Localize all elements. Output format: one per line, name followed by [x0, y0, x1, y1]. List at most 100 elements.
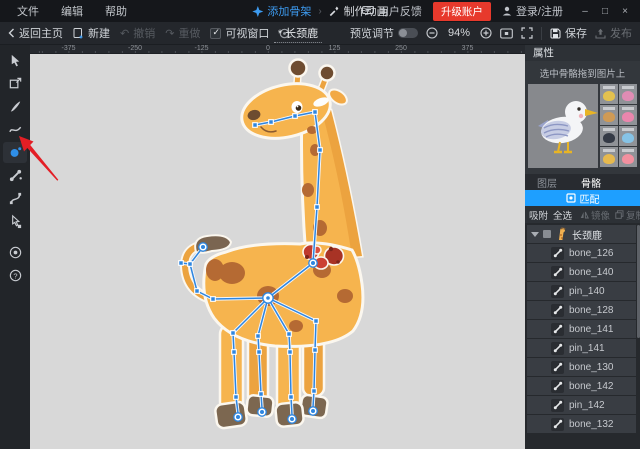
- preview-eye-tool[interactable]: [3, 242, 27, 263]
- menu-item[interactable]: 帮助: [94, 3, 138, 19]
- skeleton-thumb-flamingo[interactable]: [619, 147, 637, 167]
- close-button[interactable]: ×: [616, 6, 634, 17]
- bone-tool[interactable]: [3, 165, 27, 186]
- select-tool[interactable]: [3, 50, 27, 71]
- fullscreen-button[interactable]: [521, 27, 533, 39]
- skeleton-thumb-banana[interactable]: [600, 84, 618, 104]
- bone-root-label: 长颈鹿: [572, 230, 602, 242]
- pin-tool[interactable]: [3, 142, 27, 163]
- path-tool[interactable]: [3, 188, 27, 209]
- skeleton-thumb-dog[interactable]: [600, 147, 618, 167]
- bone-list-item[interactable]: bone_128: [527, 301, 636, 319]
- bone-name-label: bone_128: [569, 304, 614, 316]
- bone-tree-root-row[interactable]: 长颈鹿: [527, 225, 636, 243]
- step-add-skeleton[interactable]: 添加骨架: [252, 3, 311, 19]
- undo-button[interactable]: ↶ 撤销: [120, 25, 155, 41]
- visible-window-checkbox[interactable]: 可视窗口: [210, 25, 269, 41]
- node-select-tool[interactable]: [3, 211, 27, 232]
- bone-icon: [551, 322, 564, 336]
- curve-tool[interactable]: [3, 119, 27, 140]
- skeleton-thumb-penguin[interactable]: [600, 126, 618, 146]
- canvas-artwork: [178, 58, 365, 430]
- minimize-button[interactable]: –: [576, 6, 594, 17]
- match-icon: [565, 193, 576, 203]
- login-register-button[interactable]: 登录/注册: [502, 3, 563, 19]
- skeleton-template-grid: [600, 84, 637, 168]
- bone-list-item[interactable]: bone_141: [527, 320, 636, 338]
- maximize-button[interactable]: □: [596, 6, 614, 17]
- bone-list-item[interactable]: bone_142: [527, 377, 636, 395]
- skeleton-thumb-bird[interactable]: [619, 126, 637, 146]
- thumb-label-strip: [603, 86, 615, 89]
- step-separator: ›: [318, 5, 322, 17]
- bone-name-label: bone_140: [569, 266, 614, 278]
- bone-name-label: bone_132: [569, 418, 614, 430]
- bone-list-item[interactable]: bone_130: [527, 358, 636, 376]
- select-all-button[interactable]: 全选: [552, 208, 573, 222]
- brush-tool[interactable]: [3, 96, 27, 117]
- person-icon: [502, 6, 512, 16]
- redo-button[interactable]: ↷ 重做: [165, 25, 200, 41]
- zoom-level[interactable]: 94%: [446, 27, 472, 39]
- new-file-icon: [73, 28, 83, 39]
- snap-button[interactable]: 吸附: [528, 208, 549, 222]
- zoom-in-button[interactable]: [480, 27, 492, 39]
- document-tab[interactable]: * 长颈鹿: [273, 24, 323, 43]
- thumb-label-strip: [622, 86, 634, 89]
- mirror-button[interactable]: 镜像: [579, 208, 611, 222]
- help-icon: ?: [9, 269, 21, 282]
- copy-button[interactable]: 复制: [614, 208, 640, 222]
- thumb-artwork: [603, 133, 615, 143]
- redo-icon: ↷: [165, 27, 175, 40]
- star-icon: [252, 5, 264, 17]
- save-button[interactable]: 保存: [550, 25, 587, 41]
- bone-list-item[interactable]: pin_141: [527, 339, 636, 357]
- bone-name-label: pin_141: [569, 342, 605, 354]
- bone-icon: [551, 303, 564, 317]
- bone-list-item[interactable]: bone_140: [527, 263, 636, 281]
- bone-name-label: bone_126: [569, 247, 614, 259]
- skeleton-preview-image[interactable]: [528, 84, 598, 168]
- skeleton-thumb-rocking-horse[interactable]: [600, 105, 618, 125]
- window-controls: – □ ×: [576, 6, 634, 17]
- bone-icon: [551, 284, 564, 298]
- upgrade-account-button[interactable]: 升级账户: [432, 1, 491, 21]
- root-checkbox[interactable]: [543, 230, 551, 238]
- tab-layers[interactable]: 图层: [525, 175, 569, 190]
- bone-list-item[interactable]: bone_126: [527, 244, 636, 262]
- menu-item[interactable]: 文件: [6, 3, 50, 19]
- tab-bones[interactable]: 骨骼: [569, 175, 613, 190]
- skeleton-thumb-seahorse[interactable]: [619, 105, 637, 125]
- workspace: ? -375 -250 -125 0 125 250 375 属性 选中骨骼拖到…: [0, 45, 640, 449]
- new-project-button[interactable]: 新建: [73, 25, 110, 41]
- giraffe-illustration: [179, 58, 365, 430]
- zoom-out-button[interactable]: [426, 27, 438, 39]
- expand-caret-icon[interactable]: [531, 231, 539, 237]
- bone-icon: [9, 169, 22, 182]
- bone-list-item[interactable]: bone_132: [527, 415, 636, 433]
- fit-screen-button[interactable]: [500, 27, 513, 39]
- bone-icon: [551, 379, 564, 393]
- skeleton-thumb-snail[interactable]: [619, 84, 637, 104]
- step-make-animation[interactable]: 制作动画: [329, 3, 388, 19]
- pin-dot-icon: [10, 147, 21, 157]
- match-button[interactable]: 匹配: [525, 190, 640, 206]
- root-hub-node: [262, 292, 274, 304]
- copy-icon: [615, 210, 624, 219]
- publish-button[interactable]: 发布: [595, 25, 632, 41]
- back-home-button[interactable]: 返回主页: [8, 25, 63, 41]
- menu-group: 文件 编辑 帮助: [6, 3, 138, 19]
- canvas-stage[interactable]: [30, 54, 525, 449]
- help-tool[interactable]: ?: [3, 265, 27, 286]
- preview-adjust-toggle[interactable]: 预览调节: [350, 25, 418, 41]
- transform-tool[interactable]: [3, 73, 27, 94]
- bone-list-item[interactable]: pin_140: [527, 282, 636, 300]
- ruler-number: 375: [461, 45, 474, 52]
- menu-item[interactable]: 编辑: [50, 3, 94, 19]
- bone-list-item[interactable]: pin_142: [527, 396, 636, 414]
- bone-rows: bone_126 bone_140 pin_140 bone_128 bone_…: [527, 244, 636, 433]
- panel-title: 属性: [525, 45, 640, 61]
- thumb-label-strip: [603, 107, 615, 110]
- chevron-left-icon: [8, 28, 14, 38]
- skeleton-preview-row: [525, 84, 640, 168]
